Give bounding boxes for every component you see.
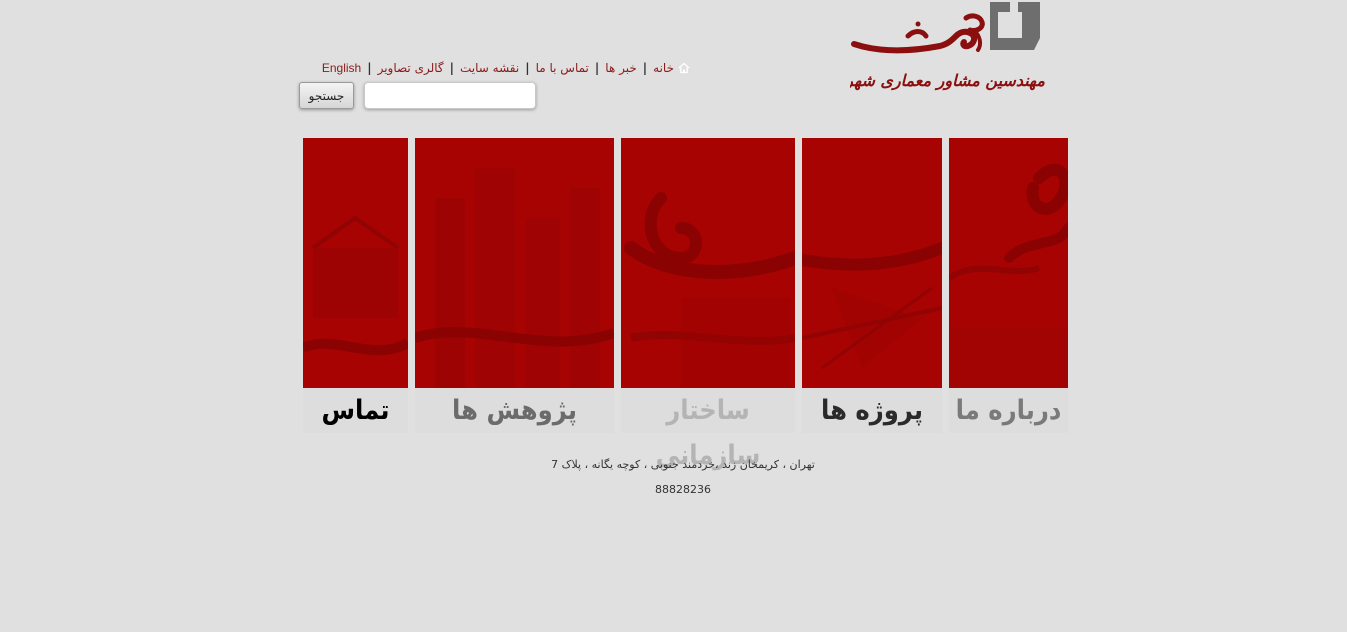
search-button[interactable]: جستجو [299,82,354,109]
panel-label-contact: تماس [303,388,408,433]
panel-image [802,138,942,388]
panel-watermark [624,192,795,388]
nav-link-home[interactable]: خانه [653,61,674,75]
nav-link-sitemap[interactable]: نقشه سایت [460,61,519,75]
panel-image [949,138,1068,388]
panel-about[interactable]: درباره ما [949,138,1068,433]
panel-label-structure: ساختار سازمانی [621,388,795,471]
panel-watermark [415,168,614,388]
panel-label-about: درباره ما [949,388,1068,433]
panel-label-projects: پروژه ها [802,388,942,433]
page: مهندسین مشاور معماری شهرسازی خانه | خبر … [0,0,1347,632]
footer-address: تهران ، کریمخان زند ،خردمند جنوبی ، کوچه… [551,458,815,471]
logo-tagline: مهندسین مشاور معماری شهرسازی [850,71,1045,90]
top-nav: خانه | خبر ها | تماس با ما | نقشه سایت |… [318,60,690,76]
panel-watermark [949,163,1068,388]
panel-watermark [303,215,408,356]
search-input[interactable] [364,82,536,109]
nav-separator: | [642,61,648,75]
home-icon[interactable] [678,62,690,74]
nav-separator: | [367,61,372,75]
panel-projects[interactable]: پروژه ها [802,138,942,433]
nav-separator: | [449,61,454,75]
panel-contact[interactable]: تماس [303,138,408,433]
panel-label-research: پژوهش ها [415,388,614,433]
footer-phone: 88828236 [655,483,711,496]
nav-separator: | [594,61,600,75]
panel-image [621,138,795,388]
nav-link-gallery[interactable]: گالری تصاویر [378,61,444,75]
panel-structure[interactable]: ساختار سازمانی [621,138,795,471]
panel-watermark [802,242,942,370]
nav-link-english[interactable]: English [322,61,361,75]
nav-link-news[interactable]: خبر ها [605,61,636,75]
nav-separator: | [525,61,530,75]
panel-image [415,138,614,388]
panel-image [303,138,408,388]
panel-research[interactable]: پژوهش ها [415,138,614,433]
nav-link-contact[interactable]: تماس با ما [536,61,589,75]
